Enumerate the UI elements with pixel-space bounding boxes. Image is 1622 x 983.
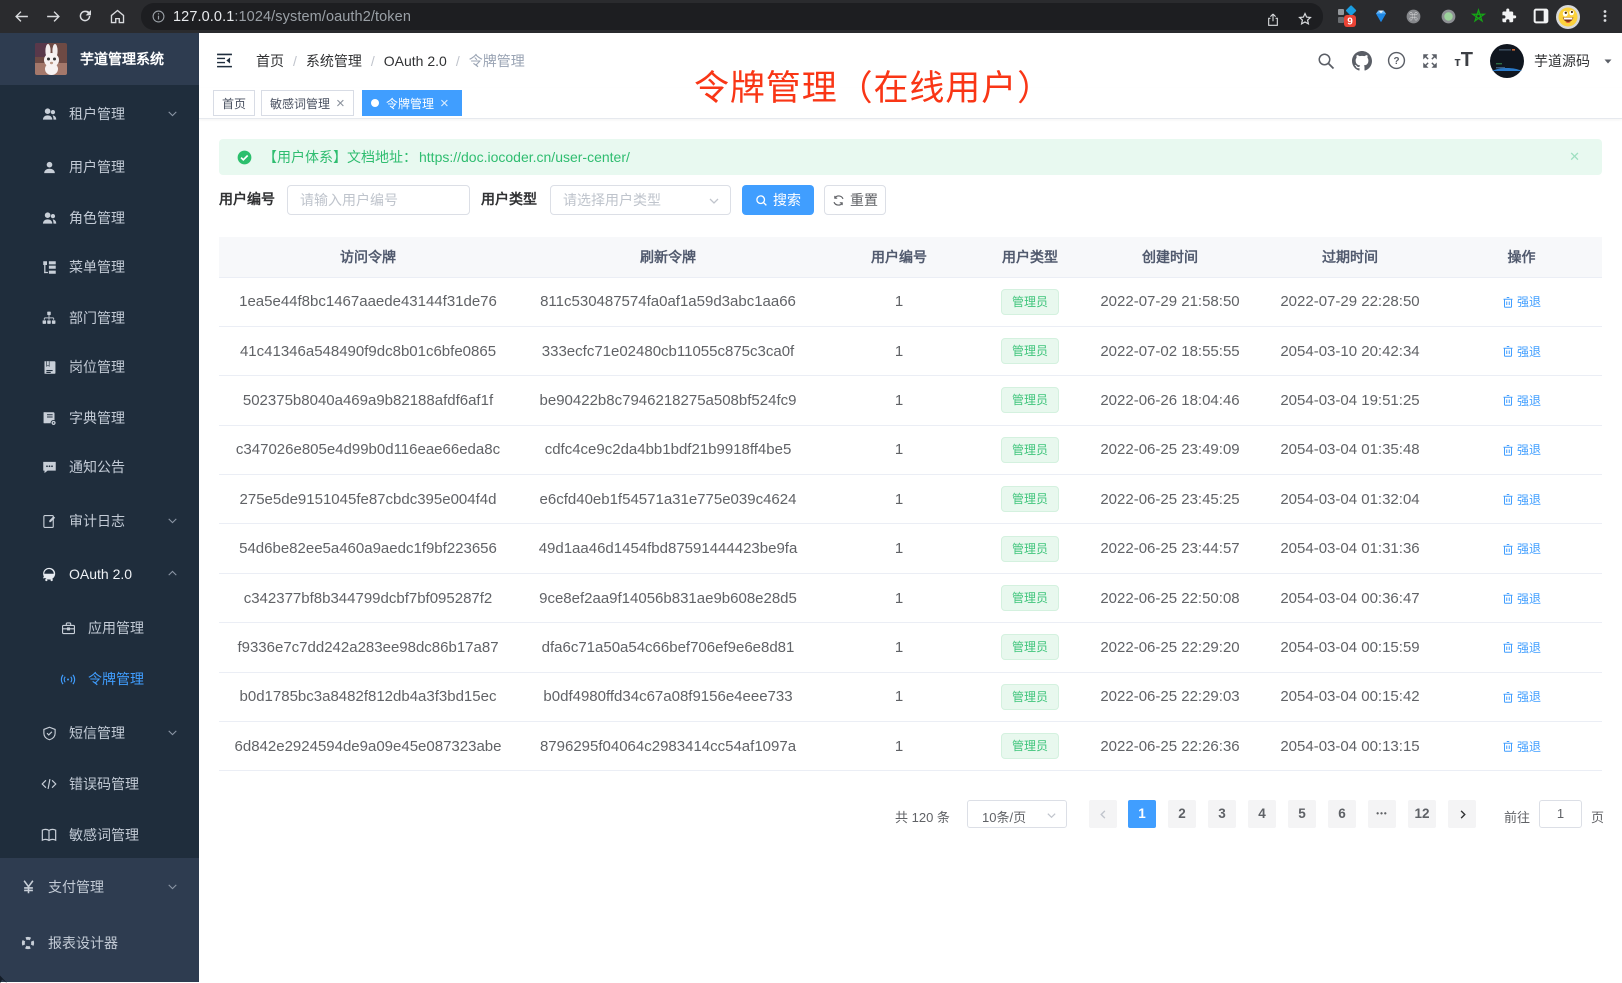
svg-text:⌘: ⌘ [1409,11,1418,21]
svg-text:9: 9 [1347,17,1353,28]
svg-text:?: ? [1394,56,1400,67]
